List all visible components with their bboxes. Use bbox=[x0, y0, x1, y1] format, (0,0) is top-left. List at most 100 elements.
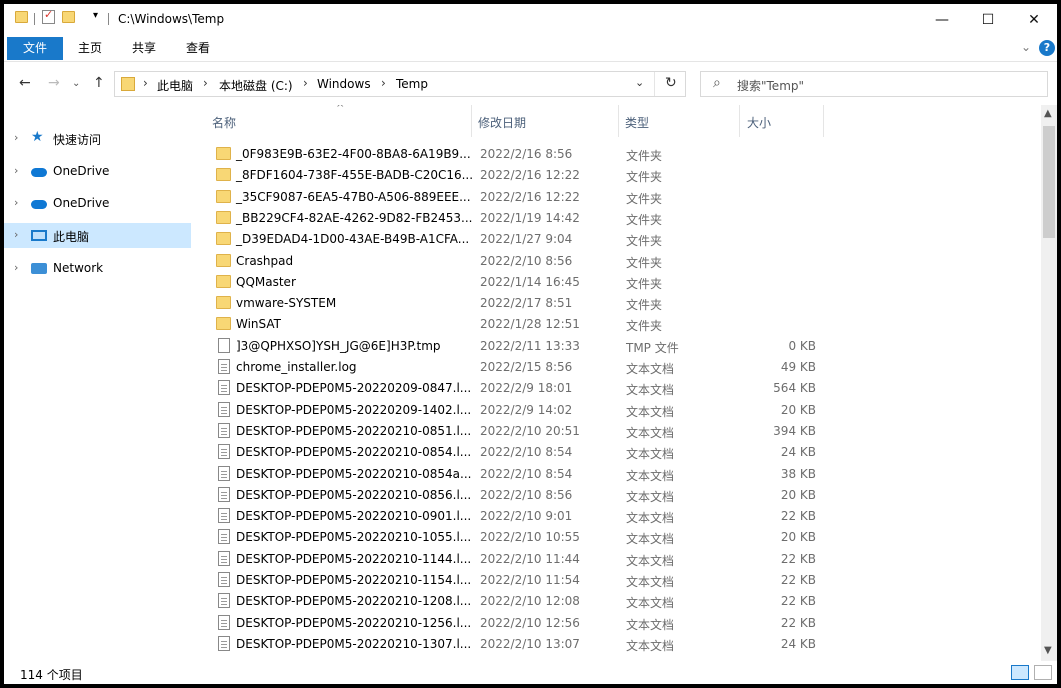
file-type: 文本文档 bbox=[626, 447, 675, 462]
file-type: 文件夹 bbox=[626, 298, 663, 313]
file-row[interactable]: DESKTOP-PDEP0M5-20220210-1208.l... 2022/2… bbox=[206, 591, 826, 612]
breadcrumb-windows[interactable]: Windows bbox=[317, 77, 371, 91]
breadcrumb-temp[interactable]: Temp bbox=[396, 77, 428, 91]
tab-share[interactable]: 共享 bbox=[122, 37, 166, 60]
file-date-modified: 2022/2/10 8:56 bbox=[480, 253, 573, 268]
breadcrumb-separator-icon[interactable]: › bbox=[381, 76, 386, 90]
recent-locations-chevron-icon[interactable]: ⌄ bbox=[72, 78, 80, 89]
file-type: 文本文档 bbox=[626, 511, 675, 526]
close-button[interactable]: ✕ bbox=[1011, 4, 1057, 35]
file-row[interactable]: DESKTOP-PDEP0M5-20220210-0854a... 2022/2/… bbox=[206, 464, 826, 485]
column-header-size[interactable]: 大小 bbox=[747, 114, 771, 131]
file-row[interactable]: DESKTOP-PDEP0M5-20220209-1402.l... 2022/2… bbox=[206, 400, 826, 421]
breadcrumb-this-pc[interactable]: 此电脑 bbox=[157, 77, 193, 94]
column-header-name[interactable]: 名称 bbox=[212, 114, 236, 131]
column-header-date[interactable]: 修改日期 bbox=[478, 114, 526, 131]
file-row[interactable]: DESKTOP-PDEP0M5-20220210-0901.l... 2022/2… bbox=[206, 506, 826, 527]
breadcrumb-separator-icon[interactable]: › bbox=[203, 76, 208, 90]
file-row[interactable]: QQMaster 2022/1/14 16:45 文件夹 bbox=[206, 272, 826, 293]
expand-chevron-icon[interactable]: › bbox=[14, 164, 18, 177]
file-row[interactable]: DESKTOP-PDEP0M5-20220210-0856.l... 2022/2… bbox=[206, 485, 826, 506]
divider bbox=[108, 13, 109, 25]
maximize-button[interactable]: ☐ bbox=[965, 4, 1011, 35]
column-divider[interactable] bbox=[618, 105, 619, 137]
file-date-modified: 2022/2/11 13:33 bbox=[480, 338, 580, 353]
up-button[interactable]: ↑ bbox=[93, 75, 105, 91]
expand-ribbon-chevron-icon[interactable]: ⌄ bbox=[1021, 40, 1031, 54]
scroll-down-icon[interactable]: ▼ bbox=[1044, 645, 1052, 656]
file-row[interactable]: DESKTOP-PDEP0M5-20220210-1154.l... 2022/2… bbox=[206, 570, 826, 591]
details-view-button[interactable] bbox=[1011, 665, 1029, 680]
folder-icon bbox=[216, 253, 231, 267]
address-bar[interactable]: › 此电脑 › 本地磁盘 (C:) › Windows › Temp ⌄ ↻ bbox=[114, 71, 686, 97]
file-name: _35CF9087-6EA5-47B0-A506-889EEE... bbox=[236, 189, 471, 204]
breadcrumb-separator-icon[interactable]: › bbox=[143, 76, 148, 90]
file-size: 24 KB bbox=[780, 445, 816, 460]
file-row[interactable]: _35CF9087-6EA5-47B0-A506-889EEE... 2022/2… bbox=[206, 187, 826, 208]
expand-chevron-icon[interactable]: › bbox=[14, 261, 18, 274]
nav-item-onedrive[interactable]: › OneDrive bbox=[4, 159, 191, 184]
search-box[interactable]: ⌕ 搜索"Temp" bbox=[700, 71, 1048, 97]
address-history-chevron-icon[interactable]: ⌄ bbox=[635, 76, 644, 89]
tab-file[interactable]: 文件 bbox=[7, 37, 63, 60]
text-document-icon bbox=[218, 486, 230, 502]
file-type: 文本文档 bbox=[626, 383, 675, 398]
file-row[interactable]: DESKTOP-PDEP0M5-20220210-1307.l... 2022/2… bbox=[206, 634, 826, 655]
window-title: C:\Windows\Temp bbox=[118, 12, 225, 26]
vertical-scrollbar[interactable]: ▲ ▼ bbox=[1041, 105, 1057, 661]
nav-item-quick-access[interactable]: › ★ 快速访问 bbox=[4, 126, 191, 151]
back-button[interactable]: ← bbox=[19, 75, 31, 91]
breadcrumb-separator-icon[interactable]: › bbox=[303, 76, 308, 90]
file-row[interactable]: DESKTOP-PDEP0M5-20220210-1256.l... 2022/2… bbox=[206, 613, 826, 634]
file-row[interactable]: chrome_installer.log 2022/2/15 8:56 文本文档 49… bbox=[206, 357, 826, 378]
file-date-modified: 2022/2/10 13:07 bbox=[480, 636, 580, 651]
tab-view[interactable]: 查看 bbox=[176, 37, 220, 60]
text-document-icon bbox=[218, 422, 230, 438]
customize-quick-access-icon[interactable]: ▾ bbox=[93, 10, 98, 21]
breadcrumb-local-disk[interactable]: 本地磁盘 (C:) bbox=[219, 77, 293, 94]
file-row[interactable]: vmware-SYSTEM 2022/2/17 8:51 文件夹 bbox=[206, 293, 826, 314]
column-header-row: ^ 名称 修改日期 类型 大小 bbox=[206, 105, 826, 137]
file-type: TMP 文件 bbox=[626, 340, 679, 355]
file-row[interactable]: _D39EDAD4-1D00-43AE-B49B-A1CFA... 2022/1/… bbox=[206, 229, 826, 250]
column-divider[interactable] bbox=[739, 105, 740, 137]
file-explorer-window: ✓ ▾ C:\Windows\Temp — ☐ ✕ 文件 主页 共享 查看 ⌄ … bbox=[4, 4, 1057, 684]
scroll-up-icon[interactable]: ▲ bbox=[1044, 108, 1052, 119]
tab-home[interactable]: 主页 bbox=[68, 37, 112, 60]
file-row[interactable]: _8FDF1604-738F-455E-BADB-C20C16... 2022/2… bbox=[206, 165, 826, 186]
file-type: 文本文档 bbox=[626, 425, 675, 440]
column-divider[interactable] bbox=[471, 105, 472, 137]
file-row[interactable]: DESKTOP-PDEP0M5-20220209-0847.l... 2022/2… bbox=[206, 378, 826, 399]
file-row[interactable]: DESKTOP-PDEP0M5-20220210-1144.l... 2022/2… bbox=[206, 549, 826, 570]
nav-item-this-pc[interactable]: › 此电脑 bbox=[4, 223, 191, 248]
file-row[interactable]: DESKTOP-PDEP0M5-20220210-0854.l... 2022/2… bbox=[206, 442, 826, 463]
file-row[interactable]: DESKTOP-PDEP0M5-20220210-0851.l... 2022/2… bbox=[206, 421, 826, 442]
file-size: 24 KB bbox=[780, 636, 816, 651]
forward-button[interactable]: → bbox=[48, 75, 60, 91]
properties-icon[interactable]: ✓ bbox=[42, 8, 55, 24]
file-row[interactable]: Crashpad 2022/2/10 8:56 文件夹 bbox=[206, 251, 826, 272]
file-name: DESKTOP-PDEP0M5-20220210-1208.l... bbox=[236, 594, 472, 609]
file-row[interactable]: WinSAT 2022/1/28 12:51 文件夹 bbox=[206, 314, 826, 335]
nav-item-onedrive[interactable]: › OneDrive bbox=[4, 191, 191, 216]
minimize-button[interactable]: — bbox=[919, 4, 965, 35]
file-row[interactable]: ]3@QPHXSO]YSH_JG@6E]H3P.tmp 2022/2/11 13:… bbox=[206, 336, 826, 357]
scrollbar-thumb[interactable] bbox=[1043, 126, 1055, 238]
nav-item-network[interactable]: › Network bbox=[4, 256, 191, 281]
expand-chevron-icon[interactable]: › bbox=[14, 196, 18, 209]
help-icon[interactable]: ? bbox=[1039, 40, 1055, 56]
large-icons-view-button[interactable] bbox=[1034, 665, 1052, 680]
column-header-type[interactable]: 类型 bbox=[625, 114, 649, 131]
new-folder-icon[interactable] bbox=[62, 11, 75, 23]
folder-icon bbox=[216, 317, 231, 331]
file-row[interactable]: DESKTOP-PDEP0M5-20220210-1055.l... 2022/2… bbox=[206, 527, 826, 548]
sort-ascending-icon: ^ bbox=[336, 105, 345, 114]
refresh-icon[interactable]: ↻ bbox=[665, 75, 677, 91]
expand-chevron-icon[interactable]: › bbox=[14, 228, 18, 241]
expand-chevron-icon[interactable]: › bbox=[14, 131, 18, 144]
file-type: 文本文档 bbox=[626, 532, 675, 547]
file-row[interactable]: _0F983E9B-63E2-4F00-8BA8-6A19B9... 2022/2… bbox=[206, 144, 826, 165]
file-date-modified: 2022/1/14 16:45 bbox=[480, 274, 580, 289]
file-row[interactable]: _BB229CF4-82AE-4262-9D82-FB2453... 2022/1… bbox=[206, 208, 826, 229]
column-divider[interactable] bbox=[823, 105, 824, 137]
